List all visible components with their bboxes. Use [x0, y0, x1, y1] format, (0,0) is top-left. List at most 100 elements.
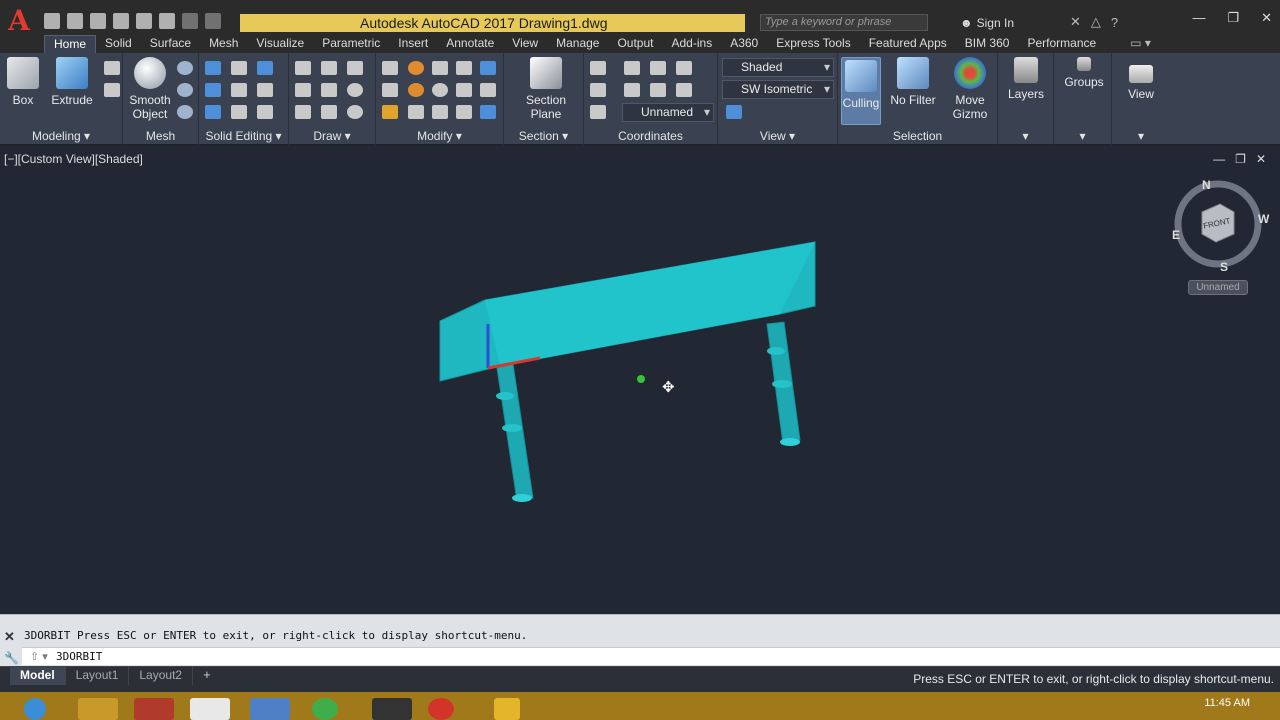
- polyline-icon[interactable]: [295, 61, 311, 75]
- command-customize-icon[interactable]: 🔧: [4, 651, 19, 665]
- taskbar-autocad-icon[interactable]: [190, 698, 230, 720]
- move-gizmo-button[interactable]: Move Gizmo: [948, 57, 992, 121]
- taskbar-browser-icon[interactable]: [312, 698, 338, 720]
- table-model[interactable]: [439, 241, 816, 502]
- view-panel-label[interactable]: View ▾: [718, 129, 837, 143]
- helix-icon[interactable]: [321, 61, 337, 75]
- vp-minimize-icon[interactable]: —: [1213, 152, 1225, 166]
- solid-shell-icon[interactable]: [257, 61, 273, 75]
- ucs-icon[interactable]: [590, 61, 606, 75]
- tab-visualize[interactable]: Visualize: [247, 35, 313, 53]
- minimize-icon[interactable]: —: [1192, 10, 1205, 26]
- slice-icon[interactable]: [231, 61, 247, 75]
- tab-a360[interactable]: A360: [721, 35, 767, 53]
- save-as-icon[interactable]: [113, 13, 129, 29]
- ucs-view-icon[interactable]: [650, 83, 666, 97]
- view-button[interactable]: View: [1120, 57, 1162, 101]
- command-input-row[interactable]: ⇧ ▾ 3DORBIT: [22, 647, 1280, 665]
- modify-panel-label[interactable]: Modify ▾: [376, 129, 503, 143]
- tab-add-ins[interactable]: Add-ins: [663, 35, 722, 53]
- coordinates-panel-label[interactable]: Coordinates: [584, 129, 717, 143]
- ucs-y-icon[interactable]: [676, 61, 692, 75]
- ucs-origin-icon[interactable]: [590, 83, 606, 97]
- polygon-icon[interactable]: [295, 105, 311, 119]
- taskbar-folder-icon[interactable]: [494, 698, 520, 720]
- scale-icon[interactable]: [382, 61, 398, 75]
- close-icon[interactable]: ✕: [1261, 10, 1272, 26]
- mesh-panel-label[interactable]: Mesh: [123, 129, 198, 143]
- smooth-object-button[interactable]: Smooth Object: [127, 57, 173, 121]
- mesh-smooth-icon[interactable]: [177, 83, 193, 97]
- thicken-icon[interactable]: [231, 105, 247, 119]
- search-input[interactable]: Type a keyword or phrase: [760, 14, 928, 31]
- tab-model[interactable]: Model: [10, 667, 66, 685]
- box-button[interactable]: Box: [6, 57, 40, 107]
- compass-west[interactable]: W: [1258, 212, 1269, 226]
- taskbar-clock[interactable]: 11:45 AM: [1204, 697, 1250, 709]
- solid-editing-panel-label[interactable]: Solid Editing ▾: [199, 129, 288, 143]
- ucs-z-icon[interactable]: [676, 83, 692, 97]
- tab-output[interactable]: Output: [608, 35, 662, 53]
- no-filter-button[interactable]: No Filter: [888, 57, 938, 107]
- draw-panel-label[interactable]: Draw ▾: [289, 129, 375, 143]
- 3d-rotate-icon[interactable]: [382, 83, 398, 97]
- circle-icon[interactable]: [347, 83, 363, 97]
- mesh-sphere-icon[interactable]: [177, 61, 193, 75]
- modeling-panel-label[interactable]: Modeling ▾: [0, 129, 122, 143]
- view-dropdown[interactable]: SW Isometric: [722, 80, 834, 99]
- ribbon-toggle-icon[interactable]: ▭ ▾: [1121, 35, 1160, 53]
- command-close-icon[interactable]: ✕: [4, 629, 18, 645]
- tab-manage[interactable]: Manage: [547, 35, 608, 53]
- print-icon[interactable]: [136, 13, 152, 29]
- ucs-world-icon[interactable]: [624, 61, 640, 75]
- tab-layout2[interactable]: Layout2: [129, 667, 194, 685]
- exchange-icon[interactable]: ✕: [1070, 14, 1081, 30]
- copy-icon[interactable]: [456, 83, 472, 97]
- rectangle-icon[interactable]: [321, 105, 337, 119]
- restore-icon[interactable]: ❐: [1227, 10, 1239, 26]
- taskbar-app2-icon[interactable]: [250, 698, 290, 720]
- tab-layout1[interactable]: Layout1: [66, 667, 130, 685]
- qat-dropdown-icon[interactable]: [205, 13, 221, 29]
- new-icon[interactable]: [44, 13, 60, 29]
- command-prompt-icon[interactable]: ⇧ ▾: [30, 650, 48, 663]
- groups-button[interactable]: Groups: [1062, 57, 1106, 89]
- ucs-x-icon[interactable]: [650, 61, 666, 75]
- taskbar-record-icon[interactable]: [428, 698, 454, 720]
- tab-annotate[interactable]: Annotate: [437, 35, 503, 53]
- layers-button[interactable]: Layers: [1006, 57, 1046, 101]
- tab-featured-apps[interactable]: Featured Apps: [860, 35, 956, 53]
- a360-icon[interactable]: △: [1091, 14, 1101, 30]
- extrude-button[interactable]: Extrude: [50, 57, 94, 107]
- tab-view[interactable]: View: [503, 35, 547, 53]
- add-layout-icon[interactable]: +: [193, 667, 221, 685]
- interfere-icon[interactable]: [231, 83, 247, 97]
- vp-close-icon[interactable]: ✕: [1256, 152, 1266, 166]
- save-icon[interactable]: [90, 13, 106, 29]
- sign-in-button[interactable]: ☻ Sign In: [960, 14, 1014, 32]
- compass-north[interactable]: N: [1202, 178, 1211, 192]
- taskbar-terminal-icon[interactable]: [372, 698, 412, 720]
- compass-east[interactable]: E: [1172, 228, 1180, 242]
- mesh-refine-icon[interactable]: [177, 105, 193, 119]
- section-panel-label[interactable]: Section ▾: [504, 129, 583, 143]
- tab-insert[interactable]: Insert: [389, 35, 437, 53]
- ucs-face-icon[interactable]: [624, 83, 640, 97]
- visual-style-dropdown[interactable]: Shaded: [722, 58, 834, 77]
- viewcube[interactable]: FRONT N S E W: [1172, 176, 1269, 274]
- polysolid-icon[interactable]: [104, 83, 120, 97]
- drawing-viewport[interactable]: [−][Custom View][Shaded] — ❐ ✕ FRONT N S…: [0, 146, 1280, 614]
- tab-express-tools[interactable]: Express Tools: [767, 35, 859, 53]
- fillet-icon[interactable]: [408, 83, 424, 97]
- ucs-dropdown[interactable]: Unnamed: [622, 103, 714, 122]
- start-icon[interactable]: [24, 698, 46, 720]
- subtract-icon[interactable]: [205, 83, 221, 97]
- extract-icon[interactable]: [104, 61, 120, 75]
- intersect-icon[interactable]: [205, 105, 221, 119]
- culling-button[interactable]: Culling: [841, 57, 881, 125]
- mirror-icon[interactable]: [456, 105, 472, 119]
- autocad-logo[interactable]: A: [0, 6, 38, 36]
- trim-icon[interactable]: [382, 105, 398, 119]
- layers-expand-icon[interactable]: ▾: [998, 129, 1053, 143]
- taskbar-app-icon[interactable]: [134, 698, 174, 720]
